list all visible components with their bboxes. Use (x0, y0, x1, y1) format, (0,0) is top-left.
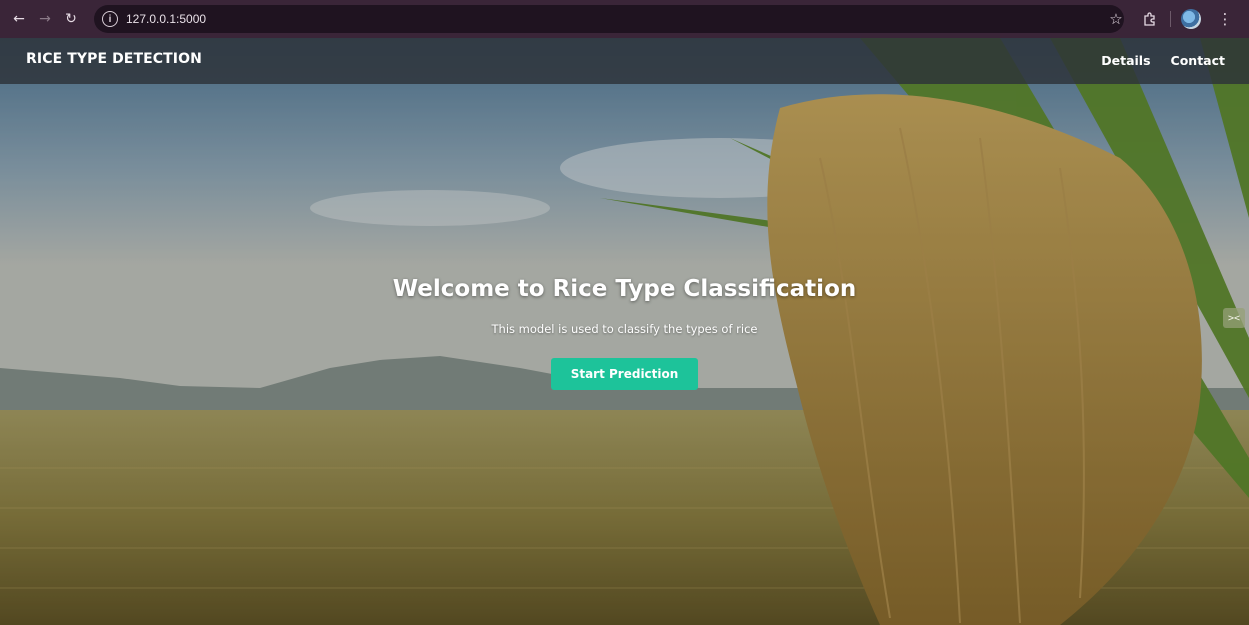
web-page: RICE TYPE DETECTION Details Contact Welc… (0, 38, 1249, 625)
hero-section: Welcome to Rice Type Classification This… (0, 276, 1249, 390)
browser-toolbar: ← → ↻ i 127.0.0.1:5000 ☆ ⋮ (0, 0, 1249, 38)
address-url[interactable]: 127.0.0.1:5000 (126, 12, 206, 26)
kebab-menu-icon[interactable]: ⋮ (1211, 5, 1239, 33)
hero-subtitle: This model is used to classify the types… (491, 322, 758, 336)
start-prediction-button[interactable]: Start Prediction (550, 358, 699, 390)
profile-avatar[interactable] (1177, 5, 1205, 33)
toolbar-separator (1170, 11, 1171, 27)
reload-icon[interactable]: ↻ (58, 6, 84, 32)
side-panel-toggle-icon[interactable]: >< (1223, 308, 1245, 328)
nav-link-details[interactable]: Details (1101, 53, 1150, 68)
site-navbar: RICE TYPE DETECTION Details Contact (0, 38, 1249, 84)
hero-title: Welcome to Rice Type Classification (392, 276, 857, 302)
back-icon[interactable]: ← (6, 6, 32, 32)
forward-icon[interactable]: → (32, 6, 58, 32)
bookmark-star-icon[interactable]: ☆ (1102, 5, 1130, 33)
nav-links: Details Contact (1101, 53, 1225, 68)
site-brand[interactable]: RICE TYPE DETECTION (26, 51, 202, 67)
extensions-icon[interactable] (1136, 5, 1164, 33)
nav-link-contact[interactable]: Contact (1171, 53, 1225, 68)
site-info-icon[interactable]: i (102, 11, 118, 27)
address-bar[interactable]: i 127.0.0.1:5000 (94, 5, 1124, 33)
